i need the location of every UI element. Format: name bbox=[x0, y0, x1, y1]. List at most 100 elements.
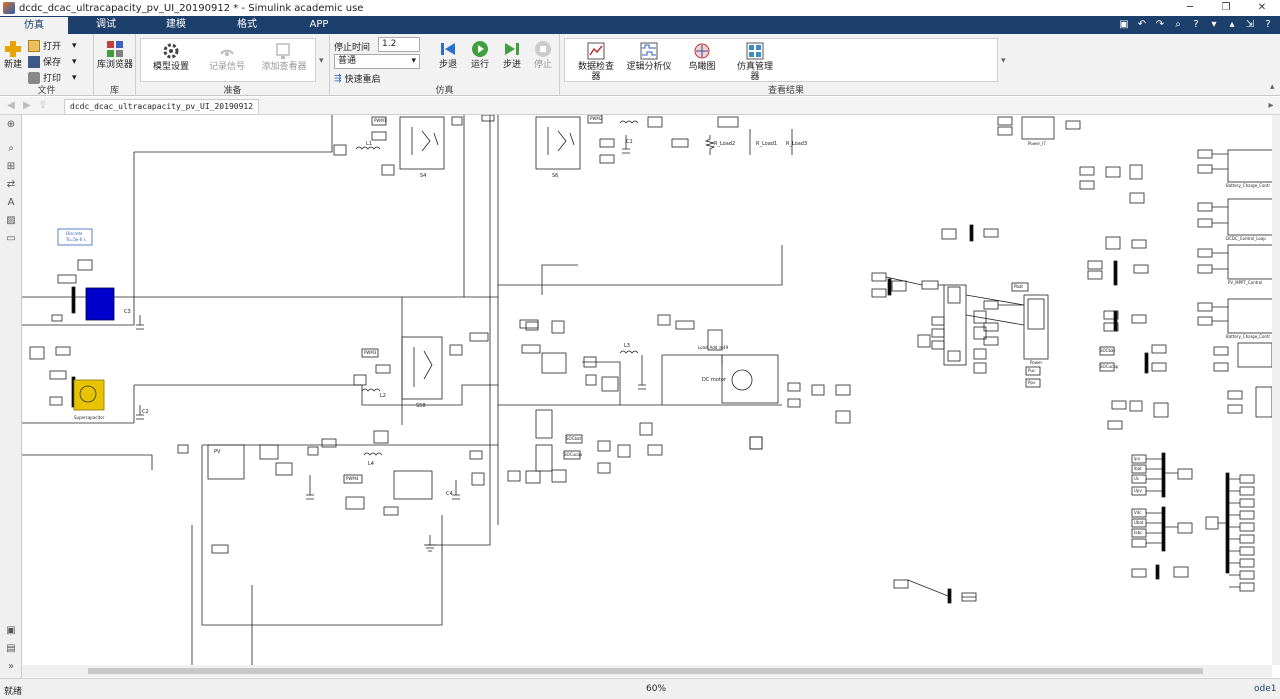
breadcrumb[interactable]: dcdc_dcac_ultracapacity_pv_UI_20190912 bbox=[64, 99, 260, 114]
block-diagram[interactable] bbox=[22, 115, 1272, 665]
label-c3: C3 bbox=[124, 309, 131, 315]
log-signals-button[interactable]: 记录信号 bbox=[204, 42, 250, 72]
solver-name[interactable]: ode1 bbox=[1254, 684, 1276, 694]
inductor-l2[interactable] bbox=[361, 388, 381, 392]
quick-access-toolbar: ▣ ↶ ↷ ⌕ ? ▾ ▴ ⇲ ? bbox=[1116, 16, 1280, 34]
battery-charge-control-block[interactable] bbox=[1227, 149, 1272, 183]
inductor-l1[interactable] bbox=[355, 146, 381, 150]
redo-icon[interactable]: ↷ bbox=[1152, 18, 1168, 32]
annotation-icon[interactable]: A bbox=[5, 197, 17, 209]
pv-scope[interactable] bbox=[275, 462, 293, 476]
area-icon[interactable]: ▭ bbox=[5, 233, 17, 245]
tab-format[interactable]: 格式 bbox=[212, 16, 282, 34]
label-l2: L2 bbox=[380, 393, 386, 399]
library-group-label: 库 bbox=[109, 86, 119, 96]
dropdown-icon[interactable]: ▾ bbox=[1206, 18, 1222, 32]
review-expand-icon[interactable]: ▾ bbox=[1001, 56, 1006, 66]
hide-model-browser-icon[interactable]: ⊕ bbox=[5, 119, 17, 131]
stop-button[interactable]: 停止 bbox=[530, 40, 556, 70]
step-forward-button[interactable]: 步进 bbox=[498, 40, 526, 70]
fit-view-icon[interactable]: ⊞ bbox=[5, 161, 17, 173]
forward-icon[interactable]: ▶ bbox=[20, 99, 34, 113]
help-icon[interactable]: ? bbox=[1188, 18, 1204, 32]
power-block[interactable] bbox=[1023, 294, 1049, 360]
status-bar: 就绪 60% ode1 bbox=[0, 678, 1280, 699]
back-icon[interactable]: ◀ bbox=[4, 99, 18, 113]
gear-icon bbox=[163, 43, 179, 59]
label-r-load3: R_Load3 bbox=[786, 141, 808, 147]
arrow-icon[interactable]: ⇄ bbox=[5, 179, 17, 191]
vertical-scrollbar[interactable] bbox=[1272, 115, 1280, 665]
tab-modeling[interactable]: 建模 bbox=[142, 16, 210, 34]
save-button[interactable]: 保存 ▾ bbox=[28, 55, 77, 68]
minimize-ribbon-icon[interactable]: ▴ bbox=[1224, 18, 1240, 32]
resistor-r-load2[interactable] bbox=[704, 135, 716, 155]
explorer-bar-icon[interactable]: ▤ bbox=[5, 643, 17, 655]
zoom-level[interactable]: 60% bbox=[646, 684, 666, 694]
library-browser-button[interactable]: 库浏览器 bbox=[96, 40, 134, 70]
run-button[interactable]: 运行 bbox=[466, 40, 494, 70]
inductor-l4[interactable] bbox=[363, 452, 383, 456]
image-icon[interactable]: ▨ bbox=[5, 215, 17, 227]
horizontal-scroll-thumb[interactable] bbox=[88, 668, 1203, 674]
screenshot-icon[interactable]: ▣ bbox=[5, 625, 17, 637]
battery-block[interactable] bbox=[85, 287, 115, 321]
collapse-icon[interactable]: » bbox=[5, 661, 17, 673]
undo-icon[interactable]: ↶ bbox=[1134, 18, 1150, 32]
prepare-expand-icon[interactable]: ▾ bbox=[319, 56, 324, 66]
zoom-icon[interactable]: ⌕ bbox=[5, 143, 17, 155]
capacitor-c4[interactable] bbox=[452, 480, 460, 500]
open-button[interactable]: 打开 ▾ bbox=[28, 39, 77, 52]
close-icon[interactable]: ✕ bbox=[1244, 0, 1280, 16]
expand-icon[interactable]: ⇲ bbox=[1242, 18, 1258, 32]
model-settings-button[interactable]: 模型设置 bbox=[148, 42, 194, 72]
inductor-l3[interactable] bbox=[619, 350, 639, 354]
breadcrumb-menu-icon[interactable]: ▸ bbox=[1264, 99, 1278, 113]
power-i7-block[interactable] bbox=[1021, 116, 1055, 140]
stop-time-input[interactable]: 1.2 bbox=[378, 37, 420, 52]
restore-icon[interactable]: ❐ bbox=[1208, 0, 1244, 16]
logic-analyzer-button[interactable]: 逻辑分析仪 bbox=[624, 42, 674, 72]
minimize-icon[interactable]: ─ bbox=[1172, 0, 1208, 16]
save-icon[interactable]: ▣ bbox=[1116, 18, 1132, 32]
capacitor-c3[interactable] bbox=[136, 315, 144, 330]
step-back-button[interactable]: 步退 bbox=[434, 40, 462, 70]
pv-diode-block[interactable] bbox=[259, 444, 279, 460]
switch-block-boost[interactable] bbox=[393, 470, 433, 500]
model-canvas[interactable]: S4 S6 S58 L1 L2 L3 L4 C1 C2 C3 C4 R_Load… bbox=[22, 115, 1272, 665]
birds-eye-button[interactable]: 鸟瞰图 bbox=[684, 42, 720, 72]
label-ibat: Ibat bbox=[1134, 466, 1142, 471]
supercapacitor-block[interactable] bbox=[73, 379, 105, 411]
sim-manager-button[interactable]: 仿真管理器 bbox=[736, 42, 774, 82]
ribbon-collapse-icon[interactable]: ▴ bbox=[1270, 82, 1275, 92]
horizontal-scrollbar[interactable] bbox=[22, 665, 1272, 677]
stop-time-label: 停止时间 bbox=[334, 43, 371, 53]
label-uc: Uc bbox=[1134, 476, 1140, 481]
search-icon[interactable]: ⌕ bbox=[1170, 18, 1186, 32]
add-viewer-button[interactable]: 添加查看器 bbox=[258, 42, 310, 72]
simulation-mode-select[interactable]: 普通 ▾ bbox=[334, 54, 420, 69]
data-inspector-button[interactable]: 数据检查器 bbox=[576, 42, 616, 82]
help-circle-icon[interactable]: ? bbox=[1260, 18, 1276, 32]
simulate-group: 停止时间 1.2 普通 ▾ ⇶ 快速重启 步退 运行 步进 停止 仿真 bbox=[330, 34, 560, 96]
label-l1: L1 bbox=[366, 141, 372, 147]
new-button[interactable]: 新建 bbox=[2, 40, 24, 70]
dcdc-control-block[interactable] bbox=[1227, 198, 1272, 236]
inductor-top[interactable] bbox=[619, 120, 639, 124]
up-icon[interactable]: ⇧ bbox=[36, 99, 50, 113]
switch-block-s58[interactable] bbox=[401, 336, 443, 400]
battery-charge-control-2-block[interactable] bbox=[1227, 298, 1272, 334]
tab-debug[interactable]: 调试 bbox=[72, 16, 140, 34]
capacitor-c2-2[interactable] bbox=[306, 475, 314, 500]
label-ipv: Ipv bbox=[1134, 456, 1141, 461]
pv-mppt-block[interactable] bbox=[1227, 244, 1272, 280]
label-pv: PV bbox=[214, 449, 221, 455]
capacitor-c1-1[interactable] bbox=[638, 355, 646, 390]
fast-restart-toggle[interactable]: ⇶ 快速重启 bbox=[334, 72, 381, 86]
tab-simulation[interactable]: 仿真 bbox=[0, 17, 68, 34]
tab-apps[interactable]: APP bbox=[284, 16, 354, 34]
viewer-icon bbox=[276, 43, 290, 59]
label-c2: C2 bbox=[142, 409, 149, 415]
print-button[interactable]: 打印 ▾ bbox=[28, 71, 77, 84]
dc-motor-block[interactable] bbox=[721, 354, 779, 404]
